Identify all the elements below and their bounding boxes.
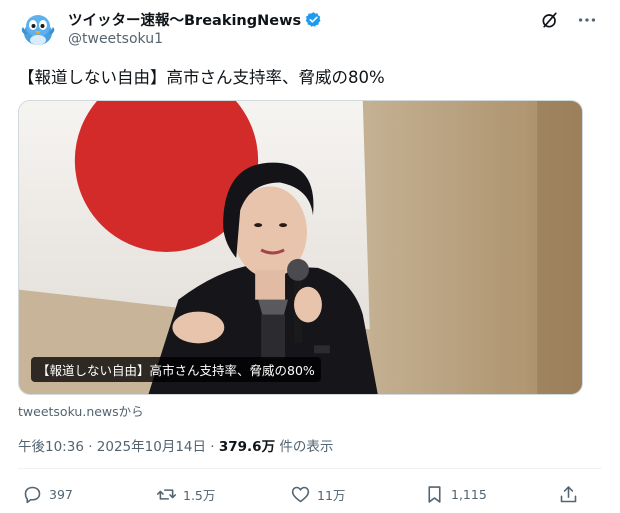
meta-separator: · xyxy=(206,439,219,455)
share-icon xyxy=(560,485,577,502)
tweet-meta: 午後10:36 · 2025年10月14日 · 379.6万 件の表示 xyxy=(18,435,333,455)
reply-count: 397 xyxy=(49,486,73,502)
tweet-time[interactable]: 午後10:36 xyxy=(18,439,84,455)
tweet-date[interactable]: 2025年10月14日 xyxy=(97,439,206,455)
bookmark-count: 1,115 xyxy=(451,486,487,502)
views-label: 件の表示 xyxy=(275,439,334,455)
tweet-header: ツイッター速報〜BreakingNews @tweetsoku1 xyxy=(18,8,602,52)
retweet-button[interactable]: 1.5万 xyxy=(156,480,215,508)
author-handle[interactable]: @tweetsoku1 xyxy=(68,31,322,47)
avatar[interactable] xyxy=(18,10,58,50)
link-card[interactable]: 【報道しない自由】高市さん支持率、脅威の80% xyxy=(18,100,583,395)
display-name[interactable]: ツイッター速報〜BreakingNews xyxy=(68,9,301,30)
divider xyxy=(18,468,602,469)
like-count: 11万 xyxy=(317,487,346,503)
card-caption: 【報道しない自由】高市さん支持率、脅威の80% xyxy=(31,357,321,382)
author-names: ツイッター速報〜BreakingNews @tweetsoku1 xyxy=(68,9,322,47)
heart-icon xyxy=(291,486,310,502)
verified-badge-icon xyxy=(305,11,322,28)
views-count: 379.6万 xyxy=(218,439,276,455)
retweet-count: 1.5万 xyxy=(183,487,216,503)
grok-icon[interactable] xyxy=(540,10,560,30)
card-source-link[interactable]: tweetsoku.newsから xyxy=(18,401,144,420)
retweet-icon xyxy=(156,488,177,500)
action-bar: 397 1.5万 11万 1,115 xyxy=(18,480,602,508)
card-photo xyxy=(19,101,582,394)
bookmark-icon xyxy=(428,485,441,503)
reply-icon xyxy=(24,486,41,503)
tweet-text: 【報道しない自由】高市さん支持率、脅威の80% xyxy=(18,68,385,87)
reply-button[interactable]: 397 xyxy=(22,480,73,508)
more-options-icon[interactable] xyxy=(576,9,598,31)
display-name-row: ツイッター速報〜BreakingNews xyxy=(68,9,322,29)
meta-separator: · xyxy=(83,439,97,455)
bookmark-button[interactable]: 1,115 xyxy=(424,480,487,508)
bird-mascot-icon xyxy=(21,15,55,45)
share-button[interactable] xyxy=(558,480,579,508)
like-button[interactable]: 11万 xyxy=(290,480,345,508)
